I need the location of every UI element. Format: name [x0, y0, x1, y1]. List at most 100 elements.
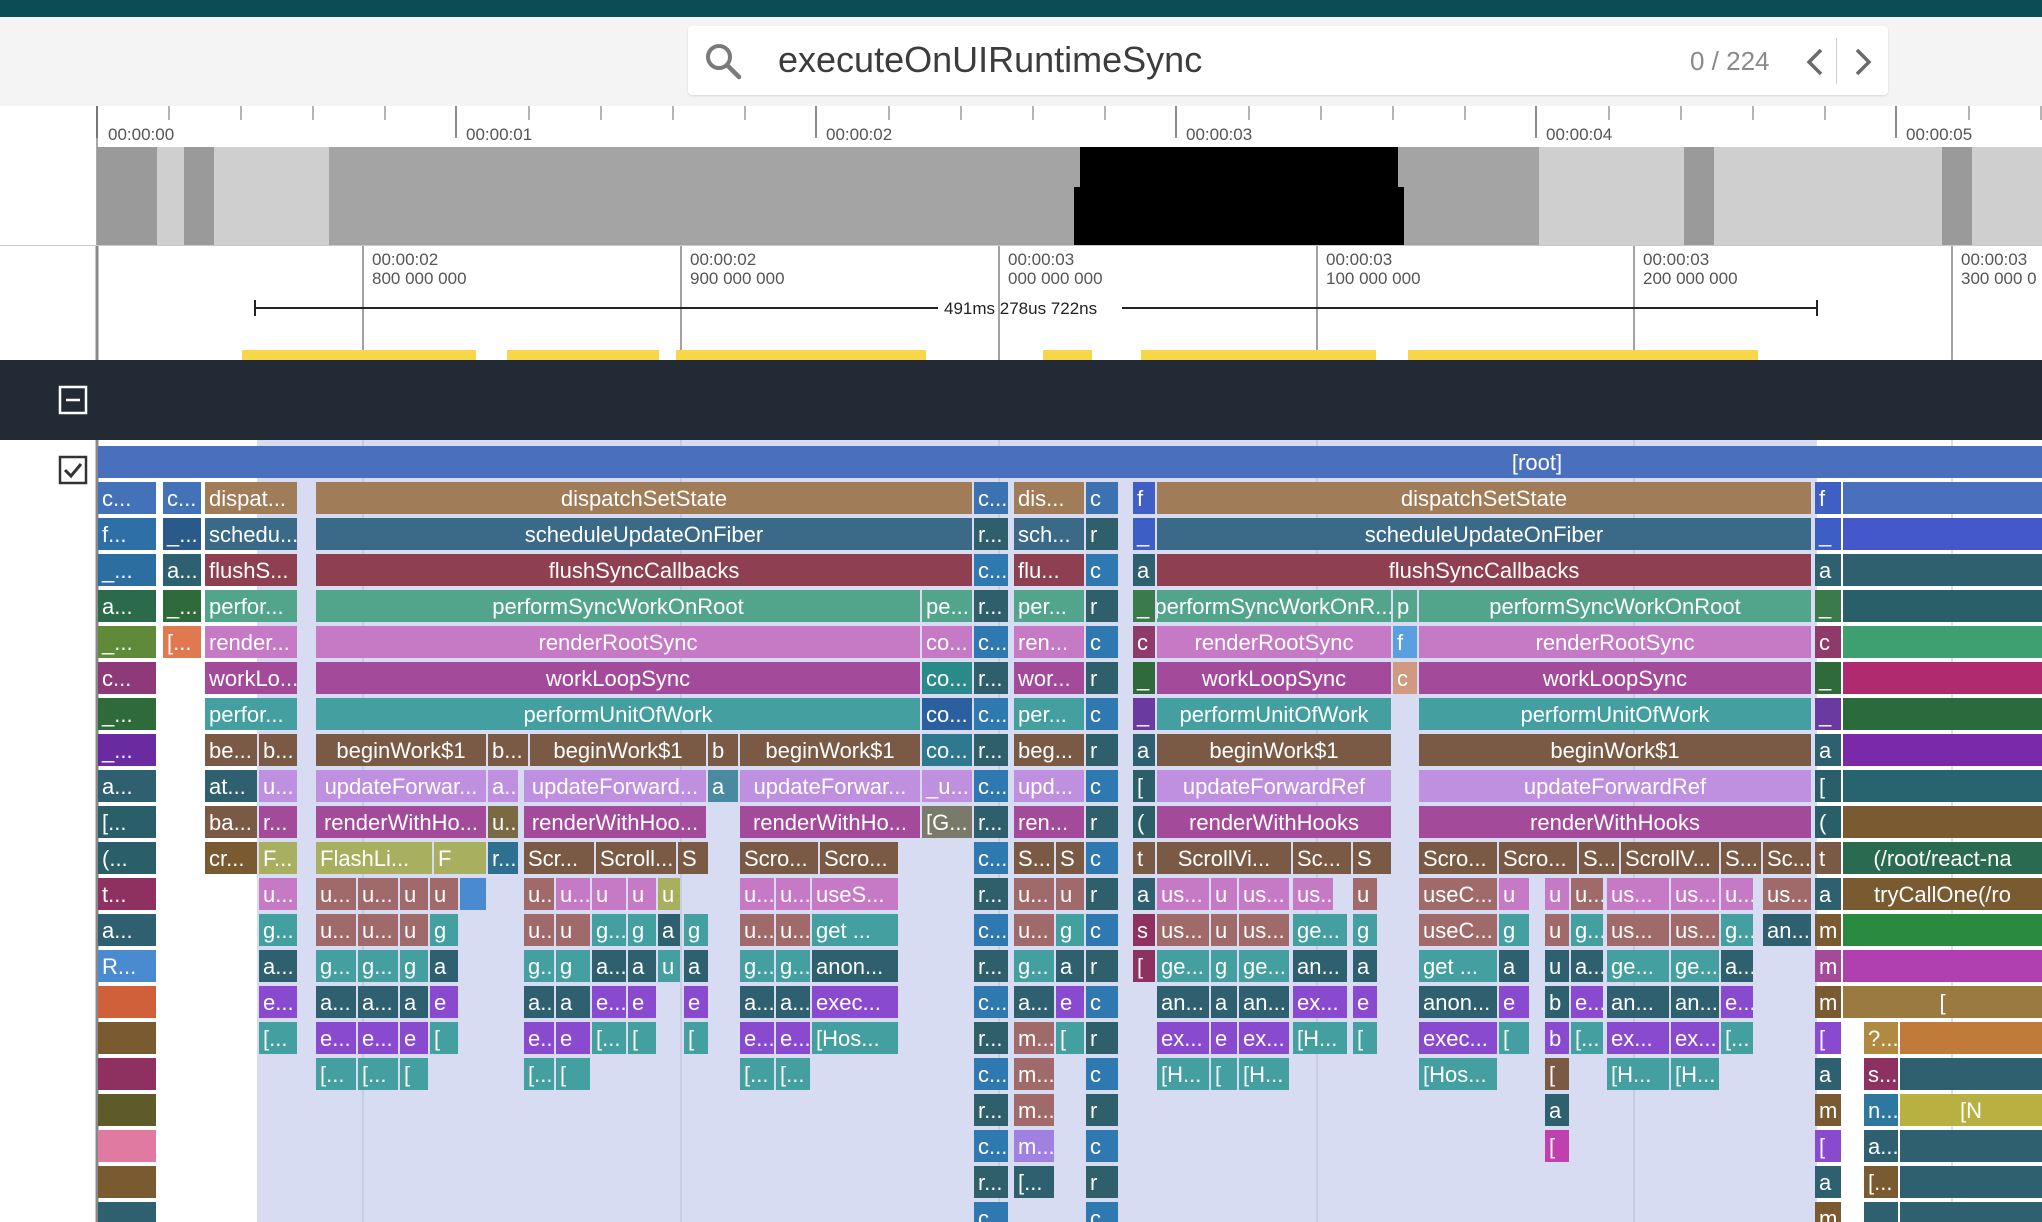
flame-frame[interactable]: updateForwardRef [1157, 770, 1391, 802]
flame-frame[interactable]: u... [259, 878, 297, 910]
flame-frame[interactable]: [ [1133, 770, 1155, 802]
flame-frame[interactable]: u [1211, 914, 1237, 946]
flame-frame[interactable]: e [684, 986, 708, 1018]
flame-frame[interactable]: c... [974, 770, 1008, 802]
flame-frame-box[interactable] [1843, 590, 2042, 622]
flame-frame[interactable]: _... [98, 698, 156, 730]
flame-frame[interactable] [98, 1202, 156, 1222]
flame-frame[interactable]: [ [628, 1022, 656, 1054]
flame-frame[interactable]: e [1353, 986, 1377, 1018]
flame-frame[interactable]: u [592, 878, 626, 910]
flame-frame[interactable]: e... [358, 1022, 398, 1054]
flame-frame[interactable]: dispat... [205, 482, 297, 514]
flame-frame[interactable]: flushSyncCallbacks [316, 554, 972, 586]
flame-frame[interactable] [1900, 1130, 2042, 1162]
flame-frame[interactable]: [ [1056, 1022, 1084, 1054]
timeline-overview[interactable]: 00:00:00 00:00:01 00:00:02 00:00:03 00:0… [0, 106, 2042, 246]
flame-frame[interactable]: [... [740, 1058, 774, 1090]
flame-frame[interactable]: an... [1293, 950, 1347, 982]
flame-frame[interactable]: r... [974, 662, 1008, 694]
flame-frame[interactable]: b... [488, 734, 528, 766]
flame-frame[interactable]: u... [524, 878, 559, 910]
flame-frame[interactable]: flushSyncCallbacks [1157, 554, 1811, 586]
flame-frame[interactable]: useS... [812, 878, 898, 910]
flame-frame[interactable]: a [1545, 1094, 1569, 1126]
timeline-detail-ruler[interactable]: 00:00:02 800 000 000 00:00:02 900 000 00… [0, 246, 2042, 360]
flame-frame[interactable] [98, 1022, 156, 1054]
flame-frame[interactable]: [... [259, 1022, 297, 1054]
flame-frame[interactable]: b [1545, 986, 1569, 1018]
flame-frame[interactable]: [ [1499, 1022, 1529, 1054]
flame-frame[interactable]: get ... [1419, 950, 1497, 982]
flame-frame[interactable]: _ [1815, 518, 1841, 550]
flame-frame[interactable]: get ... [812, 914, 898, 946]
flame-frame[interactable]: co... [922, 734, 972, 766]
flame-frame[interactable]: Scroll... [596, 842, 676, 874]
flame-frame[interactable]: a... [316, 986, 356, 1018]
flame-frame[interactable]: co... [922, 698, 972, 730]
flame-frame[interactable]: e [556, 1022, 590, 1054]
flame-frame[interactable]: workLoopSync [1157, 662, 1391, 694]
flame-frame[interactable]: [ [556, 1058, 590, 1090]
flame-frame[interactable]: a... [488, 770, 523, 802]
flame-frame[interactable]: us... [1607, 914, 1669, 946]
flame-frame[interactable]: a... [1864, 1130, 1899, 1162]
flame-frame[interactable]: [ [1545, 1130, 1569, 1162]
flame-frame-box[interactable] [98, 1094, 156, 1126]
flame-frame[interactable]: u [1056, 878, 1084, 910]
flame-frame[interactable]: workLoopSync [1419, 662, 1811, 694]
flame-frame[interactable]: s... [1864, 1058, 1898, 1090]
flame-frame[interactable]: [... [1721, 1022, 1753, 1054]
flame-frame[interactable]: a [628, 950, 656, 982]
flame-frame[interactable]: r... [974, 590, 1008, 622]
flame-chart[interactable]: [root] c... c... dispat... dispatchSetState… [0, 440, 2042, 1222]
flame-frame[interactable]: performSyncWorkOnR... [1154, 590, 1393, 622]
flame-frame[interactable]: g... [259, 914, 297, 946]
flame-frame[interactable]: ScrollVi... [1157, 842, 1291, 874]
flame-frame[interactable]: r [1086, 806, 1118, 838]
flame-frame[interactable]: r [1086, 734, 1118, 766]
flame-frame[interactable] [98, 1166, 156, 1198]
flame-frame[interactable]: [Hos... [812, 1022, 898, 1054]
flame-frame[interactable]: exec... [812, 986, 898, 1018]
flame-frame[interactable]: [H... [1293, 1022, 1347, 1054]
flame-frame[interactable]: u... [1014, 914, 1054, 946]
flame-frame[interactable]: _u... [922, 770, 972, 802]
flame-frame[interactable]: c... [974, 1202, 1008, 1222]
flame-frame[interactable]: r... [259, 806, 297, 838]
flame-frame[interactable]: Scro... [1499, 842, 1577, 874]
flame-frame[interactable] [1843, 590, 2042, 622]
flame-frame[interactable]: e [1056, 986, 1084, 1018]
flame-frame[interactable]: renderRootSync [1157, 626, 1391, 658]
track-group-header[interactable] [0, 360, 2042, 440]
flame-frame[interactable] [1900, 1022, 2042, 1054]
flame-frame[interactable]: a [1815, 734, 1841, 766]
flame-frame-box[interactable] [1843, 626, 2042, 658]
flame-frame[interactable]: ex... [1239, 1022, 1289, 1054]
flame-frame[interactable]: r... [974, 1094, 1008, 1126]
flame-frame[interactable] [1864, 1202, 1898, 1222]
flame-frame[interactable]: F... [259, 842, 297, 874]
flame-frame[interactable]: r... [974, 734, 1008, 766]
flame-frame[interactable]: a... [259, 950, 297, 982]
flame-frame[interactable]: a... [98, 770, 156, 802]
flame-frame[interactable]: workLo... [205, 662, 298, 694]
flame-frame[interactable]: u [628, 878, 656, 910]
flame-frame[interactable] [1843, 518, 2042, 550]
flame-frame[interactable]: us... [1607, 878, 1669, 910]
flame-frame[interactable]: e [628, 986, 656, 1018]
flame-frame[interactable] [1900, 1166, 2042, 1198]
flame-frame[interactable]: e [400, 1022, 428, 1054]
flame-frame[interactable]: t... [98, 878, 156, 910]
flame-frame[interactable]: renderWithHoo... [524, 806, 706, 838]
flame-frame[interactable]: renderWithHo... [740, 806, 920, 838]
flame-frame[interactable]: ge... [1607, 950, 1669, 982]
flame-frame[interactable]: anon... [1419, 986, 1497, 1018]
flame-frame[interactable]: g... [740, 950, 775, 982]
flame-frame[interactable]: r [1086, 518, 1118, 550]
flame-frame[interactable]: a [430, 950, 458, 982]
flame-frame[interactable]: [H... [1157, 1058, 1209, 1090]
flame-frame[interactable]: S... [1014, 842, 1054, 874]
flame-frame[interactable]: c [1086, 1058, 1118, 1090]
flame-frame[interactable]: performSyncWorkOnRoot [316, 590, 920, 622]
